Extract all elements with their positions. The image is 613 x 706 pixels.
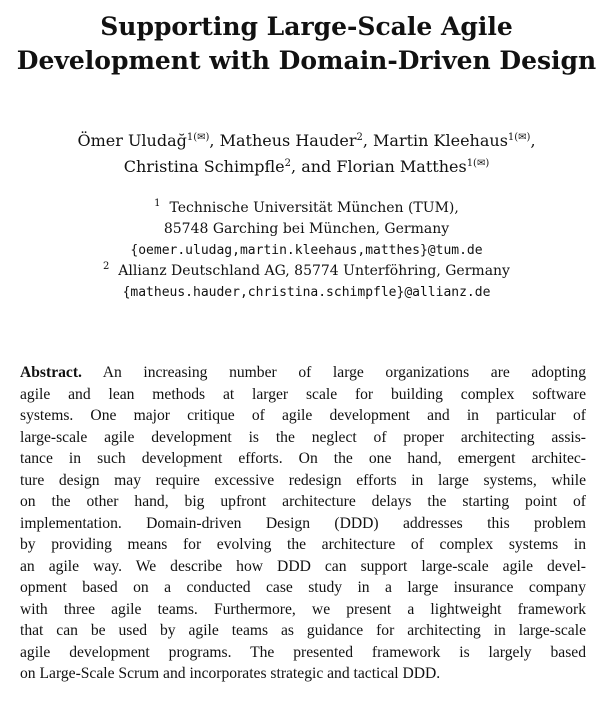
abstract-line: with three agile teams. Furthermore, we … (20, 600, 586, 618)
title-line: Development with Domain-Driven Design (16, 46, 597, 75)
author-superscript: 1(✉) (507, 132, 531, 143)
author-name: Matheus Hauder (219, 131, 357, 150)
author-line: Christina Schimpfle2, and Florian Matthe… (0, 154, 613, 180)
author-line: Ömer Uludağ1(✉), Matheus Hauder2, Martin… (0, 128, 613, 154)
abstract-line: Abstract. An increasing number of large … (20, 362, 586, 384)
author-separator: , (362, 131, 374, 150)
author-separator: , (530, 131, 536, 150)
abstract-line: on the other hand, big upfront architect… (20, 493, 586, 510)
affiliation-email: {matheus.hauder,christina.schimpfle}@all… (122, 285, 491, 300)
affiliations: 1 Technische Universität München (TUM), … (0, 198, 613, 303)
abstract-line: agile and lean methods at larger scale f… (20, 385, 586, 403)
abstract-line: opment based on a conducted case study i… (20, 579, 586, 596)
abstract-line: ture design may require excessive redesi… (20, 471, 586, 489)
abstract-line: by providing means for evolving the arch… (20, 536, 586, 553)
affiliation-marker: 1 (154, 198, 161, 209)
paper-page: Supporting Large-Scale Agile Development… (0, 0, 613, 706)
abstract-label: Abstract. (20, 364, 82, 381)
author-list: Ömer Uludağ1(✉), Matheus Hauder2, Martin… (0, 128, 613, 180)
abstract-line: an agile way. We describe how DDD can su… (20, 557, 586, 575)
abstract-line: systems. One major critique of agile dev… (20, 407, 586, 424)
abstract: Abstract. An increasing number of large … (20, 362, 586, 685)
paper-title: Supporting Large-Scale Agile Development… (0, 10, 613, 78)
affiliation-org-text: Technische Universität München (TUM), (169, 200, 459, 216)
abstract-text: An increasing number of large organizati… (102, 364, 586, 381)
author-separator: , (209, 131, 220, 150)
abstract-line: large-scale agile development is the neg… (20, 428, 586, 446)
abstract-line: agile development programs. The presente… (20, 643, 586, 661)
author-name: Florian Matthes (336, 157, 467, 176)
author-separator: , and (291, 157, 337, 176)
affiliation-org: 1 Technische Universität München (TUM), (0, 198, 613, 219)
abstract-line: implementation. Domain-driven Design (DD… (20, 514, 586, 532)
author-name: Christina Schimpfle (123, 157, 285, 176)
author-superscript: 1(✉) (466, 158, 490, 169)
affiliation-org-text: Allianz Deutschland AG, 85774 Unterföhri… (118, 263, 510, 279)
affiliation-address: 85748 Garching bei München, Germany (163, 221, 450, 237)
abstract-line: tance in such development efforts. On th… (20, 450, 586, 467)
abstract-line: on Large-Scale Scrum and incorporates st… (20, 665, 441, 682)
affiliation-org: 2 Allianz Deutschland AG, 85774 Unterföh… (0, 261, 613, 282)
author-name: Ömer Uludağ (77, 131, 187, 150)
abstract-line: that can be used by agile teams as guida… (20, 622, 586, 639)
author-superscript: 1(✉) (186, 132, 210, 143)
affiliation-marker: 2 (103, 261, 110, 272)
title-line: Supporting Large-Scale Agile (100, 12, 513, 41)
author-name: Martin Kleehaus (373, 131, 508, 150)
affiliation-email: {oemer.uludag,martin.kleehaus,matthes}@t… (130, 243, 483, 258)
